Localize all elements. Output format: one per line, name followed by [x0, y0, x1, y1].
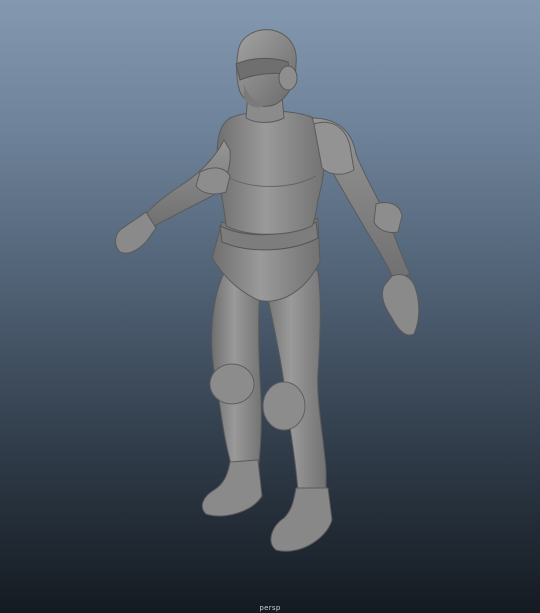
right-leg: [261, 266, 333, 552]
right-arm: [311, 117, 420, 336]
character-model[interactable]: [0, 0, 540, 613]
camera-name-label: persp: [259, 604, 281, 612]
left-arm: [115, 138, 231, 254]
helmet: [235, 29, 298, 108]
left-leg: [201, 261, 263, 517]
torso-armor: [216, 110, 326, 235]
perspective-viewport[interactable]: persp: [0, 0, 540, 613]
